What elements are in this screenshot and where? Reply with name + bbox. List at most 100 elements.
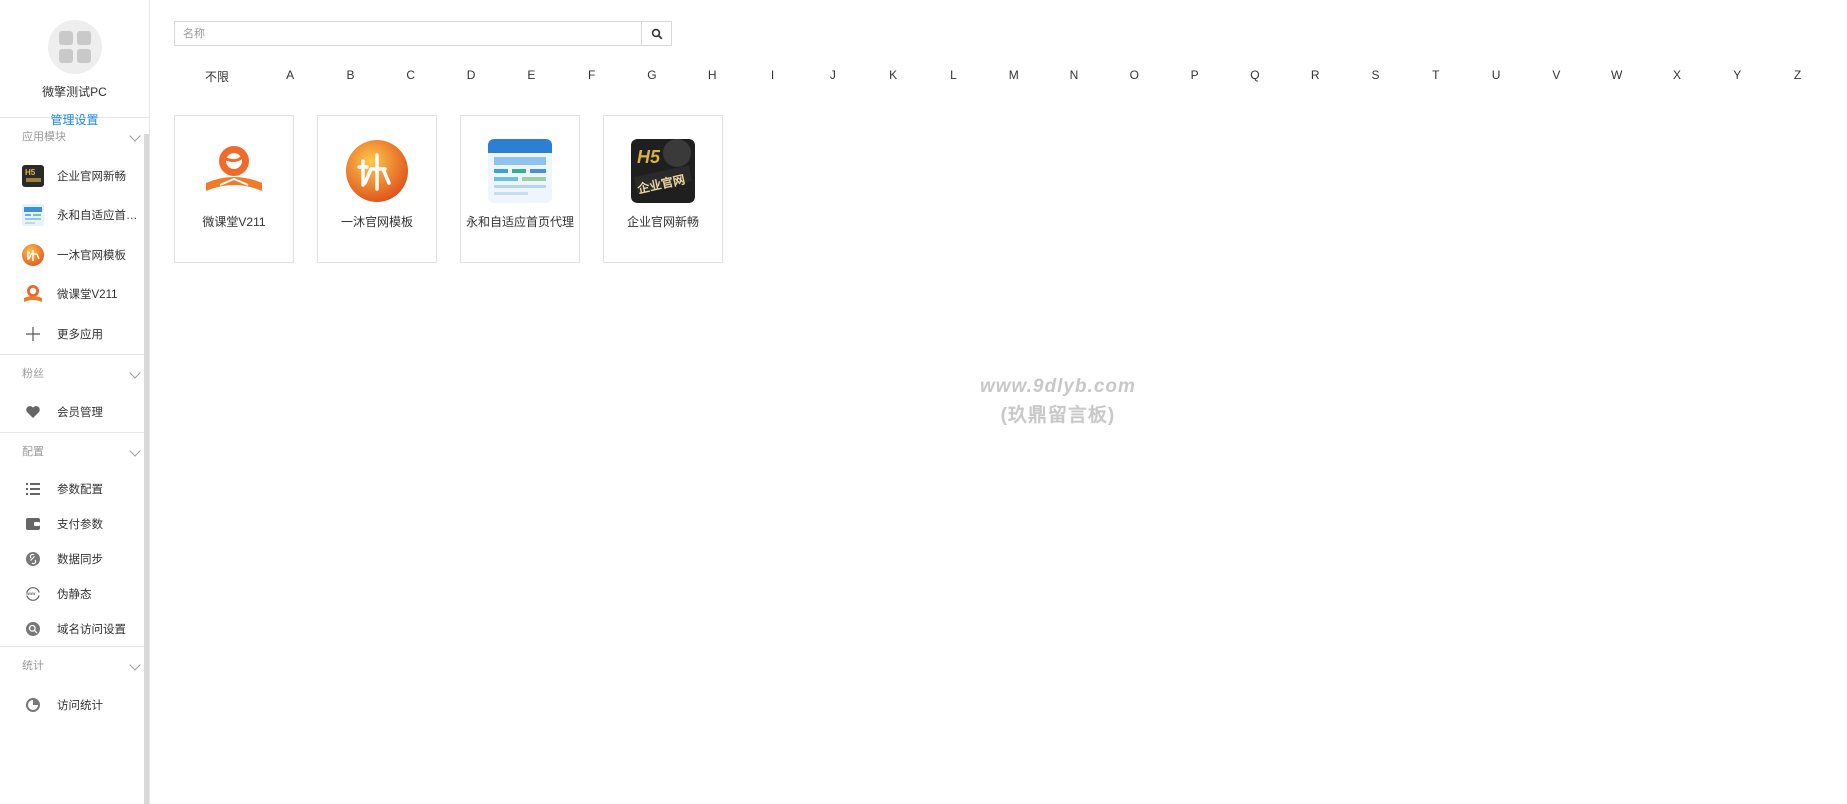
letter-filter-k[interactable]: K <box>863 68 923 84</box>
chevron-down-icon <box>129 659 141 671</box>
yonghe-app-icon <box>22 204 44 227</box>
sidebar-item-domain[interactable]: 域名访问设置 <box>0 611 149 646</box>
section-apps: 应用模块 H5 企业官网新畅 永和自适应首页... 一沐官网模板 微课堂V211… <box>0 118 149 355</box>
app-card[interactable]: 微课堂V211 <box>174 115 294 263</box>
sidebar-scrollbar[interactable] <box>144 134 149 804</box>
link-icon <box>22 548 44 570</box>
letter-filter-f[interactable]: F <box>561 68 621 84</box>
letter-filter-t[interactable]: T <box>1406 68 1466 84</box>
sidebar-item-rewrite[interactable]: WWW 伪静态 <box>0 576 149 611</box>
section-title: 粉丝 <box>22 367 44 380</box>
watermark-url: www.9dlyb.com <box>980 376 1136 397</box>
svg-text:H5: H5 <box>637 147 661 167</box>
letter-filter-v[interactable]: V <box>1526 68 1586 84</box>
weiketang-app-icon <box>202 139 266 203</box>
sidebar-item-params[interactable]: 参数配置 <box>0 471 149 506</box>
letter-filter-g[interactable]: G <box>622 68 682 84</box>
letter-filter-j[interactable]: J <box>803 68 863 84</box>
letter-filter-b[interactable]: B <box>320 68 380 84</box>
main-content: 不限 A B C D E F G H I J K L M N O P Q R S… <box>150 0 1847 804</box>
letter-filter-a[interactable]: A <box>260 68 320 84</box>
svg-text:WWW: WWW <box>26 592 35 596</box>
sidebar-item-yonghe[interactable]: 永和自适应首页... <box>0 196 149 236</box>
sidebar-item-label: 永和自适应首页... <box>57 210 141 223</box>
sidebar-item-members[interactable]: 会员管理 <box>0 393 149 433</box>
sidebar-item-label: 访问统计 <box>57 699 103 712</box>
letter-filter-w[interactable]: W <box>1587 68 1647 84</box>
app-card-name: 一沐官网模板 <box>340 215 413 229</box>
letter-filter-x[interactable]: X <box>1647 68 1707 84</box>
section-title: 统计 <box>22 660 44 672</box>
watermark-caption: (玖鼎留言板) <box>1000 405 1116 426</box>
sidebar-item-label: 更多应用 <box>57 328 103 341</box>
letter-filter: 不限 A B C D E F G H I J K L M N O P Q R S… <box>174 68 1847 84</box>
letter-filter-y[interactable]: Y <box>1707 68 1767 84</box>
chevron-down-icon <box>129 445 141 457</box>
letter-filter-n[interactable]: N <box>1044 68 1104 84</box>
letter-filter-o[interactable]: O <box>1104 68 1164 84</box>
qiye-app-icon: H5 <box>22 164 44 187</box>
letter-filter-l[interactable]: L <box>923 68 983 84</box>
letter-filter-c[interactable]: C <box>381 68 441 84</box>
letter-filter-p[interactable]: P <box>1164 68 1224 84</box>
app-card[interactable]: 永和自适应首页代理 <box>460 115 580 263</box>
list-icon <box>22 478 44 500</box>
letter-filter-all[interactable]: 不限 <box>174 68 260 84</box>
sidebar-item-data-sync[interactable]: 数据同步 <box>0 541 149 576</box>
sidebar-item-label: 企业官网新畅 <box>57 170 126 183</box>
section-title: 配置 <box>22 446 44 458</box>
sidebar-item-weiketang[interactable]: 微课堂V211 <box>0 275 149 315</box>
avatar[interactable] <box>47 20 102 74</box>
sidebar-item-label: 域名访问设置 <box>57 623 126 636</box>
sidebar-item-label: 会员管理 <box>57 407 103 420</box>
app-card-grid: 微课堂V211 一沐官网模板 永和自适应首页代理 H5 企业官网 企业官网新畅 <box>174 115 746 263</box>
letter-filter-m[interactable]: M <box>984 68 1044 84</box>
globe-icon: WWW <box>22 583 44 605</box>
letter-filter-i[interactable]: I <box>742 68 802 84</box>
qiye-app-icon: H5 企业官网 <box>631 139 695 203</box>
sidebar-item-label: 伪静态 <box>57 588 92 601</box>
app-card[interactable]: 一沐官网模板 <box>317 115 437 263</box>
search-icon <box>651 28 662 39</box>
section-header-config[interactable]: 配置 <box>0 433 149 471</box>
plus-icon <box>22 323 44 345</box>
letter-filter-z[interactable]: Z <box>1767 68 1827 84</box>
account-name: 微擎测试PC <box>42 85 107 99</box>
letter-filter-r[interactable]: R <box>1285 68 1345 84</box>
heart-icon <box>22 401 44 423</box>
sidebar: 微擎测试PC 管理设置 应用模块 H5 企业官网新畅 永和自适应首页... 一沐… <box>0 0 150 804</box>
section-config: 配置 参数配置 支付参数 数据同步 WWW 伪静态 域名访问设置 <box>0 433 149 647</box>
yimu-app-icon <box>22 243 44 266</box>
wallet-icon <box>22 513 44 535</box>
sidebar-item-yimu[interactable]: 一沐官网模板 <box>0 235 149 275</box>
sidebar-item-visit-stats[interactable]: 访问统计 <box>0 685 149 725</box>
watermark: www.9dlyb.com (玖鼎留言板) <box>980 376 1136 427</box>
app-card-name: 永和自适应首页代理 <box>465 215 574 229</box>
letter-filter-d[interactable]: D <box>441 68 501 84</box>
letter-filter-e[interactable]: E <box>501 68 561 84</box>
sidebar-item-label: 数据同步 <box>57 553 103 566</box>
letter-filter-h[interactable]: H <box>682 68 742 84</box>
letter-filter-s[interactable]: S <box>1345 68 1405 84</box>
app-card[interactable]: H5 企业官网 企业官网新畅 <box>603 115 723 263</box>
domain-icon <box>22 618 44 640</box>
sidebar-item-more-apps[interactable]: 更多应用 <box>0 314 149 354</box>
section-title: 应用模块 <box>22 131 66 143</box>
letter-filter-q[interactable]: Q <box>1225 68 1285 84</box>
search-input[interactable] <box>175 22 641 45</box>
sidebar-item-label: 一沐官网模板 <box>57 249 126 262</box>
section-header-stats[interactable]: 统计 <box>0 647 149 685</box>
section-stats: 统计 访问统计 <box>0 647 149 725</box>
section-header-apps[interactable]: 应用模块 <box>0 118 149 156</box>
search-button[interactable] <box>641 22 671 45</box>
letter-filter-u[interactable]: U <box>1466 68 1526 84</box>
yonghe-app-icon <box>488 139 552 203</box>
sidebar-item-payment[interactable]: 支付参数 <box>0 506 149 541</box>
svg-text:H5: H5 <box>25 168 36 177</box>
stats-icon <box>22 694 44 716</box>
section-fans: 粉丝 会员管理 <box>0 355 149 433</box>
sidebar-item-label: 参数配置 <box>57 483 103 496</box>
sidebar-item-qiye[interactable]: H5 企业官网新畅 <box>0 156 149 196</box>
search-box <box>174 21 672 46</box>
section-header-fans[interactable]: 粉丝 <box>0 355 149 393</box>
